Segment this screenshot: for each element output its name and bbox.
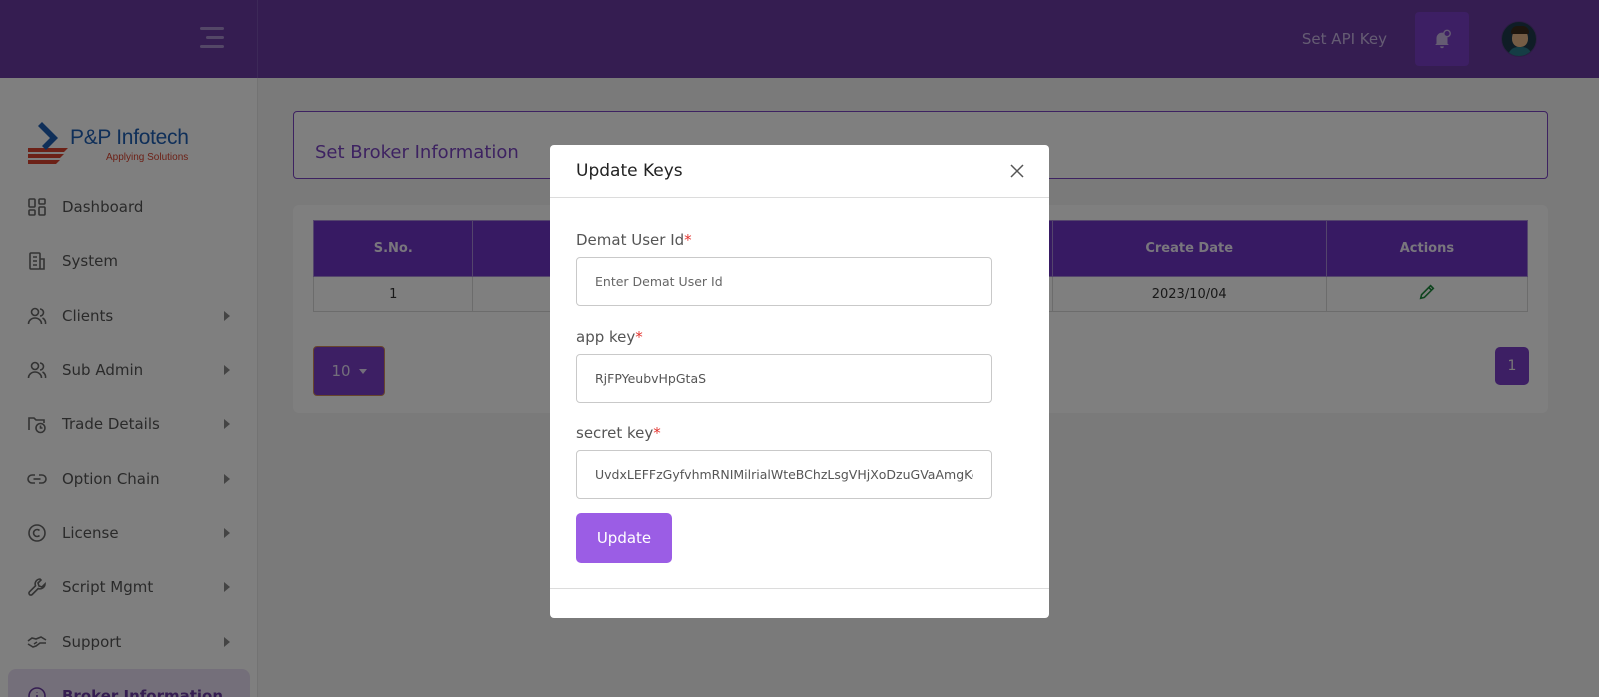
required-marker: * [653, 424, 661, 442]
close-icon[interactable] [1009, 163, 1025, 179]
update-button[interactable]: Update [576, 513, 672, 563]
modal-title: Update Keys [576, 161, 683, 181]
secret-key-label: secret key* [576, 424, 661, 442]
required-marker: * [684, 231, 692, 249]
field-label-text: secret key [576, 424, 654, 442]
demat-user-id-label: Demat User Id* [576, 231, 692, 249]
secret-key-input[interactable] [576, 450, 992, 499]
update-keys-modal: Update Keys Demat User Id* app key* secr… [550, 145, 1049, 618]
modal-body: Demat User Id* app key* secret key* Upda… [550, 198, 1049, 589]
demat-user-id-input[interactable] [576, 257, 992, 306]
required-marker: * [635, 328, 643, 346]
field-label-text: Demat User Id [576, 231, 685, 249]
modal-header: Update Keys [550, 145, 1049, 198]
app-key-input[interactable] [576, 354, 992, 403]
app-key-label: app key* [576, 328, 643, 346]
field-label-text: app key [576, 328, 636, 346]
